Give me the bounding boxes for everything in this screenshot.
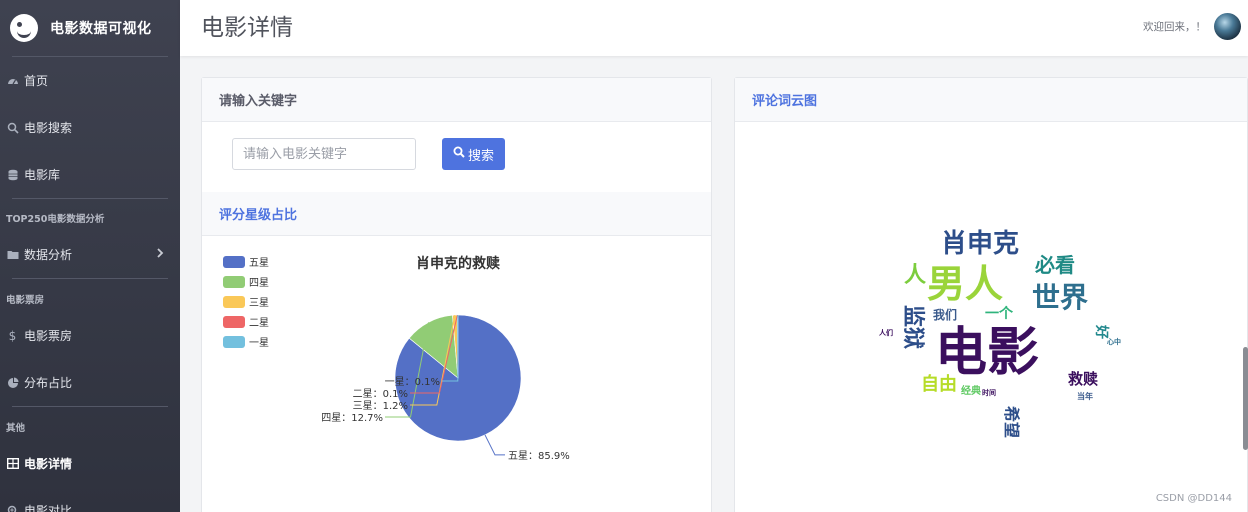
rating-card-title: 评分星级占比	[202, 192, 711, 236]
dashboard-icon	[6, 74, 19, 87]
search-button[interactable]: 搜索	[442, 138, 505, 170]
cloud-word: 监狱	[900, 305, 926, 349]
sidebar-item-label: 电影票房	[24, 329, 73, 343]
cloud-word: 肖申克	[941, 229, 1019, 259]
watermark: CSDN @DD144	[1155, 493, 1232, 504]
data-label: 五星：85.9%	[508, 450, 570, 462]
wordcloud-card: 评论词云图 电影 男人 世界 肖申克 必看人自由 救赎 我们 经典 希望 监狱 一个好当年 人们 心中时…	[734, 77, 1248, 512]
legend-swatch[interactable]	[223, 296, 245, 308]
sidebar-item-movie-detail[interactable]: 电影详情	[0, 440, 180, 487]
legend-swatch[interactable]	[223, 336, 245, 348]
search-icon	[6, 121, 19, 134]
sidebar-item-label: 电影对比	[24, 504, 73, 512]
avatar[interactable]	[1214, 13, 1241, 40]
cloud-word: 一个	[985, 305, 1014, 322]
cloud-word: 男人	[927, 262, 1003, 306]
welcome-text: 欢迎回来，！	[1143, 21, 1206, 33]
chart-title: 肖申克的救赎	[416, 255, 500, 272]
legend-swatch[interactable]	[223, 316, 245, 328]
divider	[12, 406, 168, 407]
cloud-word: 好	[1093, 324, 1110, 339]
wordcloud-card-title-text: 评论词云图	[752, 94, 818, 109]
sidebar-item-movie-compare[interactable]: 电影对比	[0, 487, 180, 512]
data-label: 二星：0.1%	[353, 388, 408, 400]
search-card-title: 请输入关键字	[202, 78, 711, 122]
divider	[12, 198, 168, 199]
search-card: 请输入关键字 搜索 评分星级占比 肖申克的救赎 五星四星三星二星一星 五星：85…	[201, 77, 712, 512]
sidebar-item-box-office[interactable]: $ 电影票房	[0, 312, 180, 359]
logo-icon	[10, 14, 38, 42]
legend-label[interactable]: 一星	[249, 337, 269, 349]
scrollbar[interactable]	[1243, 347, 1248, 450]
chevron-right-icon[interactable]	[156, 247, 164, 262]
search-card-title-text: 请输入关键字	[219, 94, 298, 109]
cloud-word: 人	[904, 263, 926, 288]
sidebar-item-search[interactable]: 电影搜索	[0, 104, 180, 151]
legend-label[interactable]: 五星	[249, 257, 269, 269]
cloud-word: 希望	[1002, 406, 1021, 438]
sidebar-item-label: 首页	[24, 74, 49, 88]
table-icon	[6, 457, 19, 470]
cloud-word: 我们	[933, 307, 957, 322]
cloud-word: 自由	[921, 373, 957, 395]
cloud-word: 人们	[879, 328, 893, 337]
divider	[12, 278, 168, 279]
sidebar-item-home[interactable]: 首页	[0, 57, 180, 104]
data-label: 四星：12.7%	[321, 412, 383, 424]
legend-swatch[interactable]	[223, 276, 245, 288]
cloud-word: 时间	[982, 388, 996, 397]
sidebar-item-label: 电影详情	[24, 457, 73, 471]
section-heading-others: 其他	[6, 423, 26, 434]
sidebar-item-label: 分布占比	[24, 376, 73, 390]
chart-legend: 五星四星三星二星一星	[223, 256, 269, 349]
sidebar-item-library[interactable]: 电影库	[0, 151, 180, 198]
legend-label[interactable]: 二星	[249, 317, 269, 329]
search-input[interactable]	[232, 138, 416, 170]
label-leader	[484, 434, 506, 456]
cloud-word: 当年	[1077, 391, 1093, 401]
cloud-word: 心中	[1107, 337, 1121, 346]
pie-icon	[6, 376, 19, 389]
sidebar-item-label: 电影搜索	[24, 121, 73, 135]
brand-title: 电影数据可视化	[50, 21, 152, 37]
sidebar: 电影数据可视化 首页 电影搜索 电影库 TOP250电影数据分析 数据分析 电影…	[0, 0, 180, 512]
sidebar-item-label: 电影库	[24, 168, 61, 182]
data-label: 一星：0.1%	[385, 376, 440, 388]
legend-label[interactable]: 四星	[249, 277, 269, 289]
legend-swatch[interactable]	[223, 256, 245, 268]
cloud-word: 世界	[1032, 281, 1088, 314]
sidebar-item-analysis[interactable]: 数据分析	[0, 231, 180, 278]
search-icon	[453, 146, 465, 162]
legend-label[interactable]: 三星	[249, 297, 269, 309]
database-icon	[6, 168, 19, 181]
cloud-word: 救赎	[1068, 370, 1098, 388]
cloud-word: 经典	[961, 384, 981, 397]
topbar: 电影详情 欢迎回来，！	[180, 0, 1248, 56]
cloud-word: 必看	[1034, 253, 1075, 277]
section-heading-top250: TOP250电影数据分析	[6, 214, 105, 225]
folder-icon	[6, 248, 19, 261]
data-label: 三星：1.2%	[353, 400, 408, 412]
search-row: 搜索	[232, 138, 505, 170]
rating-card-title-text: 评分星级占比	[219, 208, 298, 223]
search-button-label: 搜索	[467, 148, 494, 164]
search-plus-icon	[6, 504, 19, 512]
section-heading-box-office: 电影票房	[6, 295, 45, 306]
sidebar-item-label: 数据分析	[24, 248, 73, 262]
wordcloud-card-title: 评论词云图	[735, 78, 1247, 122]
brand[interactable]: 电影数据可视化	[0, 0, 180, 56]
word-cloud: 电影男人 世界肖申克必看人自由 救赎我们经典希望监狱 一个好当年人们心中时间	[879, 229, 1121, 438]
page-title: 电影详情	[201, 15, 293, 41]
dollar-icon: $	[8, 328, 17, 343]
rating-pie-chart: 肖申克的救赎 五星四星三星二星一星 五星：85.9% 四星：12.7%三星：1.2…	[223, 255, 570, 462]
sidebar-item-distribution[interactable]: 分布占比	[0, 359, 180, 406]
